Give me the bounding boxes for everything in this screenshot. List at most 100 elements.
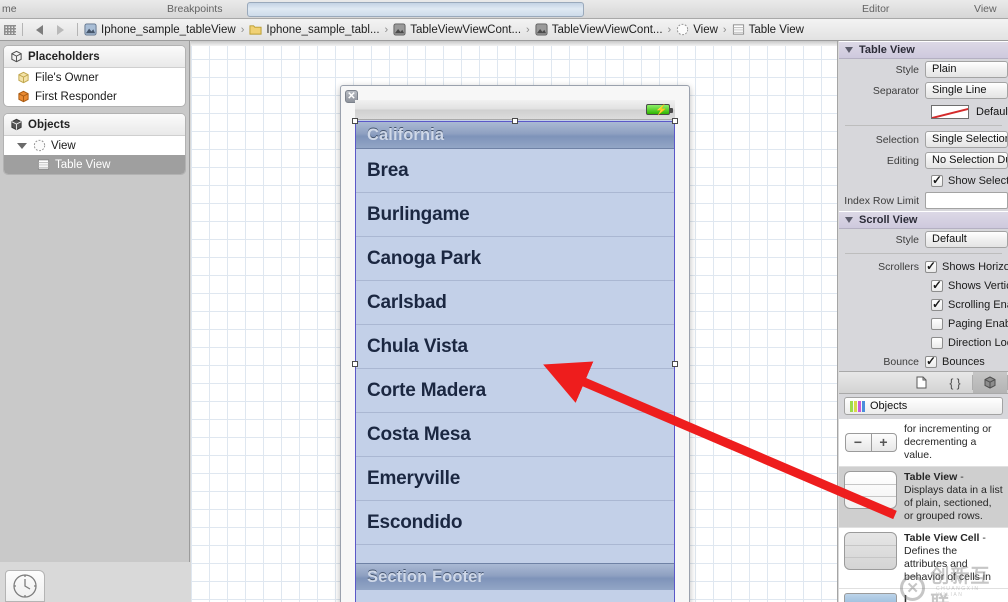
clock-icon [13, 574, 37, 598]
library-item-title: Table View [904, 471, 958, 483]
file-template-library-icon[interactable] [904, 372, 938, 393]
breadcrumb-separator: › [240, 23, 245, 36]
library-item-desc: for incrementing or decrementing a value… [904, 423, 992, 461]
color-well[interactable] [931, 104, 969, 119]
disclosure-triangle-icon[interactable] [17, 142, 27, 149]
files-owner-icon [18, 71, 29, 84]
code-snippet-library-icon[interactable]: { } [938, 372, 972, 393]
breadcrumb-label: TableViewViewCont... [551, 23, 663, 36]
breadcrumb-label: Iphone_sample_tabl... [266, 23, 380, 36]
checkbox-label: Paging Enabled [948, 317, 1008, 330]
table-row[interactable]: Brea [356, 149, 674, 193]
field-label: Selection [875, 133, 919, 146]
disclosure-triangle-icon[interactable] [845, 47, 853, 53]
checkbox-row[interactable]: Direction Lock Enabled [839, 333, 1008, 352]
grid-menu-icon[interactable] [4, 24, 16, 35]
scheme-label[interactable]: me [2, 3, 17, 15]
checkbox-row[interactable]: Scrollers Shows Horizontal Scroller [839, 257, 1008, 276]
checkbox[interactable] [931, 336, 943, 349]
table-row[interactable]: Burlingame [356, 193, 674, 237]
checkbox[interactable] [925, 259, 937, 273]
section-header-label: California [367, 125, 445, 144]
selection-handle[interactable] [512, 118, 518, 124]
selection-handle[interactable] [352, 118, 358, 124]
breadcrumb-item[interactable]: Iphone_sample_tabl... [249, 23, 380, 36]
forward-arrow-icon[interactable] [57, 24, 64, 35]
table-row[interactable]: Costa Mesa [356, 413, 674, 457]
breadcrumb-label: Table View [748, 23, 804, 36]
selection-handle[interactable] [672, 361, 678, 367]
checkbox[interactable] [931, 173, 943, 187]
table-row-label: Chula Vista [367, 335, 468, 357]
clock-chip[interactable] [5, 570, 45, 602]
popup-button[interactable]: Single Line [925, 82, 1008, 99]
navigator-item-file-s-owner[interactable]: File's Owner [4, 68, 185, 87]
breadcrumb-item[interactable]: Table View [732, 23, 804, 36]
navigator-item-label: Table View [55, 158, 111, 171]
checkbox-row[interactable]: Shows Vertical Scroller [839, 276, 1008, 295]
navigator-group-header[interactable]: Objects [4, 114, 185, 136]
checkbox-row[interactable]: Bounce Bounces [839, 352, 1008, 371]
object-library-list[interactable]: − + for incrementing or decrementing a val… [839, 419, 1008, 602]
divider [845, 125, 1002, 126]
library-item-text: I [904, 593, 907, 602]
inspector-section-header[interactable]: Scroll View [839, 211, 1008, 229]
table-row[interactable]: Carlsbad [356, 281, 674, 325]
breadcrumb-item[interactable]: View [676, 23, 718, 36]
text-field[interactable] [925, 192, 1008, 209]
table-row-label: Corte Madera [367, 379, 487, 401]
library-item-text: for incrementing or decrementing a value… [904, 423, 1003, 462]
first-responder-icon [18, 90, 29, 103]
inspector-field-row: Index Row Limit [839, 190, 1008, 211]
checkbox[interactable] [925, 354, 937, 368]
checkbox-row[interactable]: Paging Enabled [839, 314, 1008, 333]
library-item[interactable]: − + for incrementing or decrementing a val… [839, 419, 1008, 467]
checkbox[interactable] [931, 297, 943, 311]
jump-bar: Iphone_sample_tableView › Iphone_sample_ta… [0, 19, 1008, 41]
table-row[interactable]: Canoga Park [356, 237, 674, 281]
navigator-item-first-responder[interactable]: First Responder [4, 87, 185, 106]
breadcrumb-item[interactable]: TableViewViewCont... [535, 23, 663, 36]
library-item[interactable]: Table View - Displays data in a list of … [839, 467, 1008, 528]
table-row[interactable]: Chula Vista [356, 325, 674, 369]
popup-button[interactable]: Default [925, 231, 1008, 248]
table-row[interactable]: Emeryville [356, 457, 674, 501]
interface-builder-canvas[interactable]: ✕ ⚡ California Brea Burlingame Canoga Park… [191, 41, 838, 602]
library-item[interactable]: Table View Cell - Defines the attributes… [839, 528, 1008, 589]
table-row[interactable]: Escondido [356, 501, 674, 545]
inspector-field-row: Style Default [839, 229, 1008, 250]
selection-handle[interactable] [672, 118, 678, 124]
checkbox[interactable] [931, 317, 943, 330]
table-view-icon [732, 24, 744, 35]
inspector-section-header[interactable]: Table View [839, 41, 1008, 59]
library-filter-row: Objects [839, 394, 1008, 419]
checkbox-row[interactable]: Scrolling Enabled [839, 295, 1008, 314]
navigator-group-header[interactable]: Placeholders [4, 46, 185, 68]
object-library-icon[interactable] [973, 372, 1007, 393]
checkbox[interactable] [931, 278, 943, 292]
breadcrumb-label: TableViewViewCont... [410, 23, 522, 36]
table-row[interactable]: Corte Madera [356, 369, 674, 413]
navigator-item-table-view[interactable]: Table View [4, 155, 185, 174]
library-filter-popup[interactable]: Objects [844, 397, 1003, 415]
editor-segment-label[interactable]: Editor [862, 3, 889, 15]
navigator-item-label: First Responder [35, 90, 117, 103]
library-item[interactable]: I [839, 589, 1008, 602]
breadcrumb-item[interactable]: Iphone_sample_tableView [84, 23, 236, 36]
popup-button[interactable]: Plain [925, 61, 1008, 78]
popup-button[interactable]: No Selection During Editing [925, 152, 1008, 169]
popup-button[interactable]: Single Selection [925, 131, 1008, 148]
table-view[interactable]: California Brea Burlingame Canoga Park Carl… [355, 121, 675, 602]
breakpoints-button[interactable]: Breakpoints [167, 3, 222, 15]
separator-color-row: Default [839, 101, 1008, 122]
selection-handle[interactable] [352, 361, 358, 367]
xcode-project-icon [84, 23, 97, 36]
back-arrow-icon[interactable] [36, 24, 43, 35]
checkbox-row[interactable]: Show Selection on Touch [839, 171, 1008, 190]
disclosure-triangle-icon[interactable] [845, 217, 853, 223]
navigator-item-view[interactable]: View [4, 136, 185, 155]
breadcrumb-item[interactable]: TableViewViewCont... [393, 23, 521, 36]
view-segment-label[interactable]: View [974, 3, 997, 15]
table-row-label: Canoga Park [367, 247, 481, 269]
table-row-label: Carlsbad [367, 291, 447, 313]
